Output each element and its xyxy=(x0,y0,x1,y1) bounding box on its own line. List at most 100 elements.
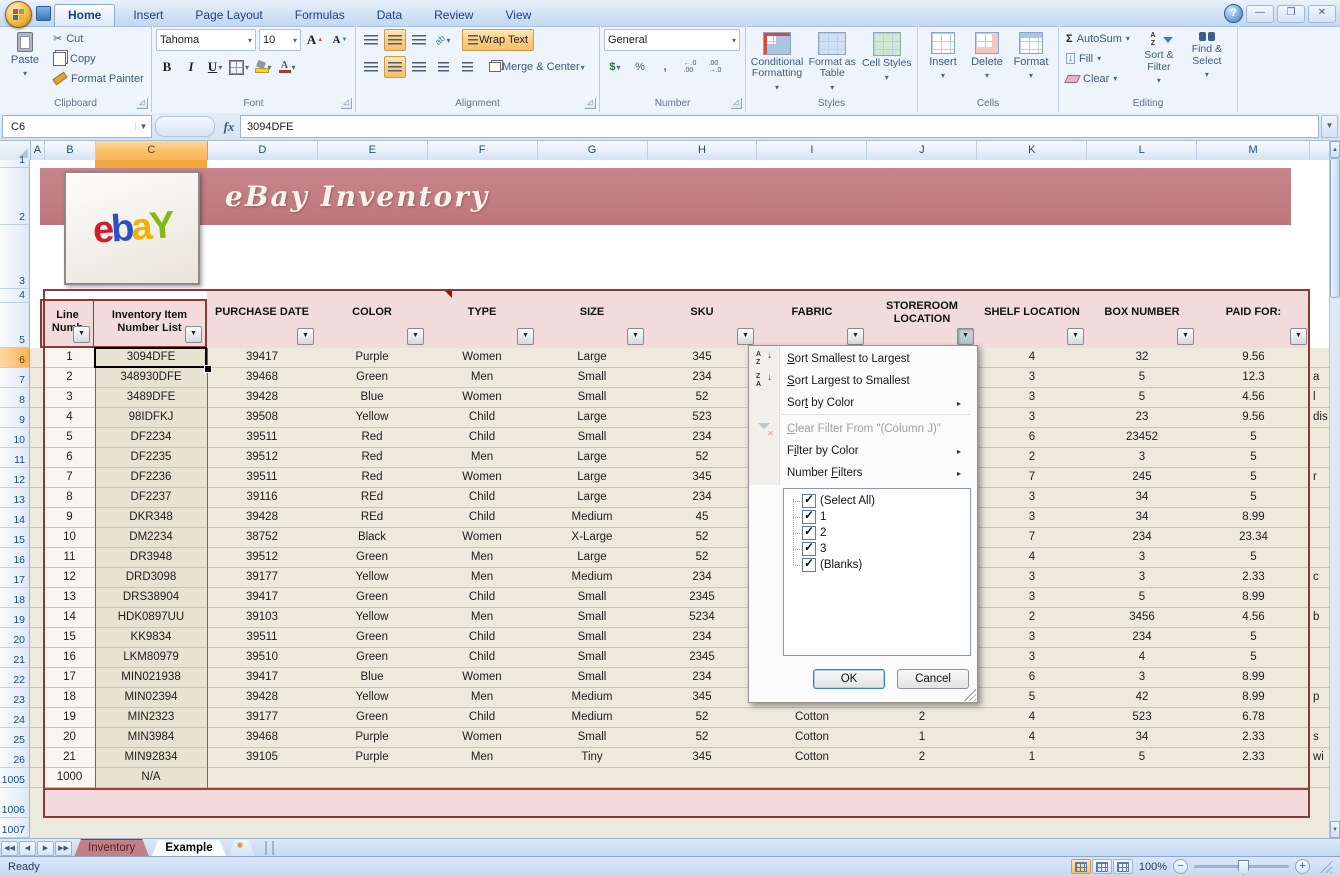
cell[interactable]: 7 xyxy=(977,468,1087,487)
row-header-1007[interactable]: 1007 xyxy=(0,818,30,838)
cell[interactable]: 3 xyxy=(977,508,1087,527)
cell[interactable]: 5 xyxy=(1197,428,1310,447)
cell[interactable]: 523 xyxy=(1087,708,1197,727)
cell[interactable]: Medium xyxy=(537,568,647,587)
cell[interactable]: Cotton xyxy=(757,748,867,767)
cell[interactable]: 2345 xyxy=(647,588,757,607)
row-header-22[interactable]: 22 xyxy=(0,668,30,688)
cell[interactable]: Child xyxy=(427,428,537,447)
cell[interactable]: 3 xyxy=(977,408,1087,427)
align-left-button[interactable] xyxy=(360,56,382,78)
fill-button[interactable]: ↓Fill▾ xyxy=(1063,49,1133,68)
cell[interactable]: 18 xyxy=(44,688,95,707)
bold-button[interactable]: B xyxy=(156,56,178,78)
formula-input[interactable]: 3094DFE xyxy=(240,115,1319,138)
cell[interactable] xyxy=(1310,668,1330,687)
cell[interactable]: Yellow xyxy=(317,408,427,427)
cell[interactable]: 34 xyxy=(1087,728,1197,747)
zoom-slider-thumb[interactable] xyxy=(1238,860,1249,875)
filter-dropdown-storeroom-location[interactable]: ▼ xyxy=(957,328,974,345)
cell[interactable]: Yellow xyxy=(317,688,427,707)
select-all-corner[interactable] xyxy=(0,141,31,160)
cell[interactable]: Men xyxy=(427,448,537,467)
checkbox-checked-icon[interactable] xyxy=(802,510,816,524)
wrap-text-button[interactable]: Wrap Text xyxy=(462,29,534,51)
cell[interactable]: Women xyxy=(427,528,537,547)
cell[interactable]: Women xyxy=(427,668,537,687)
cell[interactable]: 3 xyxy=(977,628,1087,647)
cell[interactable]: HDK0897UU xyxy=(95,608,207,627)
cell[interactable]: 34 xyxy=(1087,488,1197,507)
cell[interactable]: 52 xyxy=(647,448,757,467)
cell[interactable]: 4 xyxy=(1087,648,1197,667)
cell[interactable]: Medium xyxy=(537,688,647,707)
increase-indent-button[interactable] xyxy=(456,56,478,78)
cell[interactable]: 39510 xyxy=(207,648,317,667)
filter-dropdown-line-numb[interactable]: ▼ xyxy=(73,326,90,343)
cell[interactable]: Yellow xyxy=(317,568,427,587)
cell[interactable]: 4 xyxy=(977,708,1087,727)
cell[interactable] xyxy=(1310,508,1330,527)
cell[interactable]: KK9834 xyxy=(95,628,207,647)
cell[interactable]: 8.99 xyxy=(1197,688,1310,707)
cell[interactable] xyxy=(207,768,317,787)
filter-checkbox-1[interactable]: 1 xyxy=(784,509,970,525)
row-header-19[interactable]: 19 xyxy=(0,608,30,628)
currency-button[interactable]: $▾ xyxy=(604,56,626,78)
cell[interactable] xyxy=(867,768,977,787)
row-header-24[interactable]: 24 xyxy=(0,708,30,728)
cell[interactable]: 2.33 xyxy=(1197,728,1310,747)
menu-item-filter-by-color[interactable]: Filter by Color▸ xyxy=(749,440,975,462)
cell[interactable] xyxy=(1310,628,1330,647)
cell[interactable]: Large xyxy=(537,468,647,487)
increase-decimal-button[interactable]: ←.0.00 xyxy=(679,56,701,78)
cell[interactable]: DM2234 xyxy=(95,528,207,547)
cell[interactable]: 3456 xyxy=(1087,608,1197,627)
cell[interactable]: 23.34 xyxy=(1197,528,1310,547)
cell[interactable]: 1 xyxy=(44,348,95,367)
row-header-10[interactable]: 10 xyxy=(0,428,30,448)
align-center-button[interactable] xyxy=(384,56,406,78)
cell[interactable]: Small xyxy=(537,428,647,447)
cell[interactable]: 6 xyxy=(44,448,95,467)
column-header-m[interactable]: M xyxy=(1197,141,1310,160)
cell[interactable]: 234 xyxy=(647,568,757,587)
font-name-combo[interactable]: Tahoma▾ xyxy=(156,29,256,51)
page-layout-view-button[interactable] xyxy=(1092,859,1112,874)
page-break-view-button[interactable] xyxy=(1113,859,1133,874)
cell[interactable]: b xyxy=(1310,608,1330,627)
cell[interactable]: p xyxy=(1310,688,1330,707)
cell[interactable]: 39511 xyxy=(207,428,317,447)
cell[interactable]: 8.99 xyxy=(1197,588,1310,607)
align-top-button[interactable] xyxy=(360,29,382,51)
shrink-font-button[interactable]: A▼ xyxy=(329,29,351,51)
checkbox-checked-icon[interactable] xyxy=(802,558,816,572)
cell[interactable] xyxy=(317,768,427,787)
cell[interactable]: Blue xyxy=(317,388,427,407)
cell[interactable]: Green xyxy=(317,548,427,567)
cell[interactable]: 4 xyxy=(977,548,1087,567)
cell[interactable]: 2345 xyxy=(647,648,757,667)
cell[interactable]: 5 xyxy=(977,688,1087,707)
name-box-dropdown-icon[interactable]: ▼ xyxy=(135,122,151,131)
zoom-out-icon[interactable]: − xyxy=(1173,859,1188,874)
next-sheet-icon[interactable]: ▶ xyxy=(37,841,54,856)
cell[interactable]: Purple xyxy=(317,348,427,367)
cell[interactable]: 234 xyxy=(647,488,757,507)
cell[interactable]: DRD3098 xyxy=(95,568,207,587)
cell[interactable]: dis xyxy=(1310,408,1330,427)
cell[interactable]: 1000 xyxy=(44,768,95,787)
column-header-k[interactable]: K xyxy=(977,141,1087,160)
italic-button[interactable]: I xyxy=(180,56,202,78)
cell[interactable]: l xyxy=(1310,388,1330,407)
cell[interactable]: 15 xyxy=(44,628,95,647)
cell[interactable]: 3 xyxy=(977,368,1087,387)
cell[interactable]: 39103 xyxy=(207,608,317,627)
cell[interactable]: Red xyxy=(317,428,427,447)
cell[interactable]: DKR348 xyxy=(95,508,207,527)
cell[interactable]: 345 xyxy=(647,748,757,767)
cell[interactable]: 3 xyxy=(1087,548,1197,567)
underline-button[interactable]: U▾ xyxy=(204,56,226,78)
selected-cell-outline[interactable] xyxy=(94,347,207,368)
cell[interactable]: 1 xyxy=(977,748,1087,767)
